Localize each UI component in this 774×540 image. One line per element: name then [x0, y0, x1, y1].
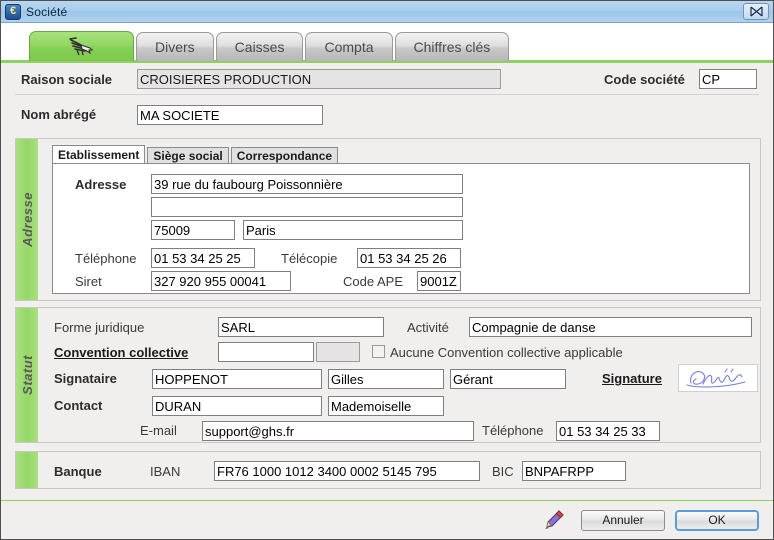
- nom-abrege-label: Nom abrégé: [21, 107, 97, 122]
- euro-icon: €: [5, 3, 21, 20]
- contact-nom-input[interactable]: [152, 396, 322, 416]
- signataire-fonction-input[interactable]: [450, 369, 566, 389]
- signataire-prenom-input[interactable]: [328, 369, 444, 389]
- tab-caisses-label: Caisses: [234, 39, 285, 55]
- contact-civilite-input[interactable]: [328, 396, 444, 416]
- contact-telephone-input[interactable]: [556, 421, 660, 441]
- handwritten-signature-icon: [686, 368, 746, 388]
- telecopie-label: Télécopie: [281, 251, 338, 266]
- ville-input[interactable]: [243, 220, 463, 240]
- adresse-panel: Adresse Etablissement Siège social Corre…: [15, 138, 761, 301]
- tab-societe[interactable]: [29, 31, 134, 61]
- signataire-label: Signataire: [54, 371, 117, 386]
- adresse-line1-input[interactable]: [151, 174, 463, 194]
- raison-sociale-label: Raison sociale: [21, 72, 113, 87]
- adresse-line2-input[interactable]: [151, 197, 463, 217]
- raison-sociale-row: Raison sociale Code société: [1, 65, 773, 95]
- telephone-label: Téléphone: [75, 251, 137, 266]
- aucune-convention-label: Aucune Convention collective applicable: [390, 345, 623, 360]
- tab-siege-social[interactable]: Siège social: [147, 147, 229, 164]
- bic-label: BIC: [492, 464, 514, 479]
- forme-juridique-label: Forme juridique: [54, 320, 145, 335]
- tab-siege-social-label: Siège social: [153, 148, 223, 163]
- zebra-icon: [68, 36, 96, 57]
- footer-bar: Annuler OK: [1, 500, 773, 539]
- email-input[interactable]: [202, 421, 474, 441]
- activite-label: Activité: [407, 320, 449, 335]
- tab-chiffres-cles[interactable]: Chiffres clés: [394, 32, 510, 61]
- tab-compta[interactable]: Compta: [305, 32, 393, 61]
- close-icon[interactable]: [743, 3, 769, 20]
- tab-correspondance[interactable]: Correspondance: [230, 147, 339, 164]
- title-bar: € Société: [1, 1, 773, 23]
- adresse-label: Adresse: [75, 177, 127, 192]
- tab-compta-label: Compta: [324, 39, 374, 55]
- contact-telephone-label: Téléphone: [482, 423, 544, 438]
- ok-button-label: OK: [708, 513, 726, 527]
- telecopie-input[interactable]: [357, 248, 461, 268]
- main-tab-bar: Divers Caisses Compta Chiffres clés: [1, 23, 773, 63]
- signature-image[interactable]: [678, 364, 758, 392]
- iban-input[interactable]: [214, 461, 480, 481]
- nom-abrege-row: Nom abrégé: [1, 96, 773, 126]
- siret-input[interactable]: [151, 271, 291, 291]
- code-ape-label: Code APE: [343, 274, 403, 289]
- contact-label: Contact: [54, 398, 103, 413]
- telephone-input[interactable]: [151, 248, 255, 268]
- code-postal-input[interactable]: [151, 220, 235, 240]
- row-divider: [15, 94, 759, 95]
- pencil-icon[interactable]: [543, 509, 565, 531]
- tab-etablissement-label: Etablissement: [58, 147, 140, 162]
- tab-correspondance-label: Correspondance: [236, 148, 333, 163]
- cancel-button[interactable]: Annuler: [581, 509, 665, 531]
- code-ape-input[interactable]: [417, 271, 461, 291]
- forme-juridique-input[interactable]: [218, 317, 384, 337]
- tab-divers-label: Divers: [155, 39, 195, 55]
- bic-input[interactable]: [522, 461, 626, 481]
- banque-panel: Banque IBAN BIC: [15, 451, 761, 489]
- societe-window: € Société Divers Caisses Compta Chiffres…: [0, 0, 774, 540]
- banque-label: Banque: [54, 464, 102, 479]
- statut-section-label: Statut: [19, 355, 35, 395]
- code-societe-input[interactable]: [699, 69, 757, 89]
- adresse-tab-body: Adresse Téléphone Télécopie Siret Code A…: [52, 163, 750, 294]
- statut-section-strip: Statut: [16, 308, 38, 442]
- aucune-convention-checkbox[interactable]: [372, 345, 385, 358]
- tab-chiffres-cles-label: Chiffres clés: [413, 39, 491, 55]
- convention-collective-input[interactable]: [218, 342, 314, 362]
- signataire-nom-input[interactable]: [152, 369, 322, 389]
- adresse-section-label: Adresse: [19, 192, 35, 247]
- tab-divers[interactable]: Divers: [136, 32, 214, 61]
- activite-input[interactable]: [469, 317, 752, 337]
- convention-collective-code-input[interactable]: [316, 342, 360, 362]
- signature-label[interactable]: Signature: [602, 371, 662, 386]
- iban-label: IBAN: [150, 464, 181, 479]
- statut-panel: Statut Forme juridique Activité Conventi…: [15, 307, 761, 443]
- ok-button[interactable]: OK: [675, 509, 759, 531]
- adresse-tab-bar: Etablissement Siège social Correspondanc…: [52, 145, 340, 164]
- convention-collective-label[interactable]: Convention collective: [54, 345, 188, 360]
- code-societe-label: Code société: [604, 72, 685, 87]
- tab-etablissement[interactable]: Etablissement: [52, 145, 146, 164]
- adresse-section-strip: Adresse: [16, 139, 38, 300]
- nom-abrege-input[interactable]: [137, 105, 323, 125]
- window-title: Société: [26, 4, 68, 19]
- tab-caisses[interactable]: Caisses: [215, 32, 304, 61]
- close-glyph: [749, 6, 763, 17]
- raison-sociale-input[interactable]: [137, 69, 501, 89]
- cancel-button-label: Annuler: [602, 513, 644, 527]
- email-label: E-mail: [140, 423, 177, 438]
- banque-section-strip: [16, 452, 38, 488]
- siret-label: Siret: [75, 274, 102, 289]
